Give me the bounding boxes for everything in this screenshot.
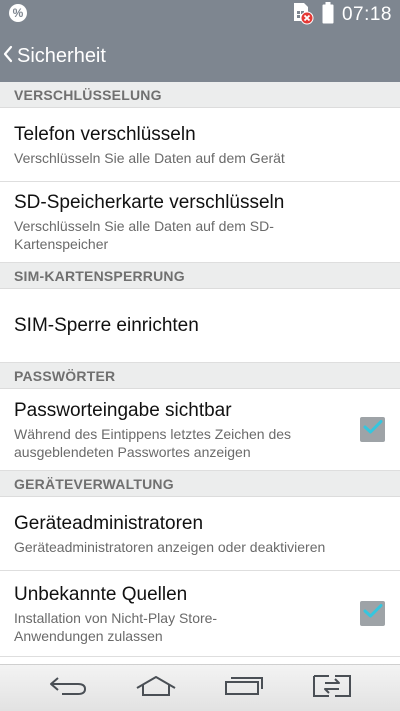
item-subtitle-line: Anwendungen zulassen [14, 627, 163, 644]
list-item-device-administrators[interactable]: Geräteadministratoren Geräteadministrato… [0, 497, 400, 571]
item-text: SD-Speicherkarte verschlüsseln Verschlüs… [14, 191, 284, 253]
settings-list[interactable]: VERSCHLÜSSELUNG Telefon verschlüsseln Ve… [0, 82, 400, 664]
unknown-sources-checkbox[interactable] [360, 601, 385, 626]
item-subtitle: Geräteadministratoren anzeigen oder deak… [14, 538, 326, 555]
battery-icon [322, 1, 334, 29]
item-text: Unbekannte Quellen Installation von Nich… [14, 583, 217, 645]
item-title: Unbekannte Quellen [14, 583, 188, 605]
svg-text:%: % [13, 6, 24, 20]
status-right: 07:18 [292, 1, 392, 30]
item-title: Telefon verschlüsseln [14, 123, 196, 145]
item-title: Geräteadministratoren [14, 512, 204, 534]
sim-error-icon [292, 1, 314, 30]
page-title: Sicherheit [17, 44, 106, 67]
home-nav-button[interactable] [126, 668, 186, 708]
list-item-encrypt-phone[interactable]: Telefon verschlüsseln Verschlüsseln Sie … [0, 108, 400, 182]
section-header-sim-lock: SIM-KARTENSPERRUNG [0, 263, 400, 289]
chevron-left-icon [2, 44, 14, 69]
item-subtitle-line: ausgeblendeten Passwortes anzeigen [14, 443, 251, 460]
item-text: Geräteadministratoren Geräteadministrato… [14, 512, 325, 556]
item-text: Telefon verschlüsseln Verschlüsseln Sie … [14, 123, 285, 167]
item-subtitle-line: Installation von Nicht-Play Store- [14, 609, 218, 626]
checkmark-icon [363, 419, 383, 440]
recent-apps-icon [223, 674, 265, 703]
section-header-passwords: PASSWÖRTER [0, 363, 400, 389]
list-item-show-passwords[interactable]: Passworteingabe sichtbar Während des Ein… [0, 389, 400, 471]
item-text: SIM-Sperre einrichten [14, 314, 199, 337]
dual-window-icon [311, 673, 353, 704]
item-subtitle-line: Während des Eintippens letztes Zeichen d… [14, 425, 292, 442]
show-passwords-checkbox[interactable] [360, 417, 385, 442]
section-header-encryption: VERSCHLÜSSELUNG [0, 82, 400, 108]
item-subtitle: Verschlüsseln Sie alle Daten auf dem SD-… [14, 217, 284, 253]
home-icon [134, 674, 178, 703]
item-subtitle-line: Verschlüsseln Sie alle Daten auf dem SD- [14, 218, 274, 234]
back-button[interactable]: Sicherheit [2, 44, 106, 69]
status-bar: % 07:18 [0, 0, 400, 30]
item-subtitle: Installation von Nicht-Play Store- Anwen… [14, 609, 217, 645]
item-title: SD-Speicherkarte verschlüsseln [14, 192, 285, 213]
list-item-sim-lock[interactable]: SIM-Sperre einrichten [0, 289, 400, 363]
item-text: Passworteingabe sichtbar Während des Ein… [14, 399, 291, 461]
item-subtitle: Während des Eintippens letztes Zeichen d… [14, 425, 291, 461]
back-nav-button[interactable] [38, 668, 98, 708]
percent-app-icon: % [8, 3, 28, 28]
list-item-encrypt-sd-card[interactable]: SD-Speicherkarte verschlüsseln Verschlüs… [0, 182, 400, 263]
list-item-unknown-sources[interactable]: Unbekannte Quellen Installation von Nich… [0, 571, 400, 657]
item-subtitle: Verschlüsseln Sie alle Daten auf dem Ger… [14, 149, 285, 166]
action-bar: Sicherheit [0, 30, 400, 82]
item-title: Passworteingabe sichtbar [14, 399, 232, 421]
dual-window-nav-button[interactable] [302, 668, 362, 708]
clock: 07:18 [341, 4, 392, 25]
item-subtitle-line: Kartenspeicher [14, 236, 109, 252]
item-title: SIM-Sperre einrichten [14, 315, 199, 336]
navigation-bar [0, 664, 400, 711]
checkmark-icon [363, 603, 383, 624]
back-nav-icon [48, 674, 88, 703]
section-header-device-admin: GERÄTEVERWALTUNG [0, 471, 400, 497]
recent-apps-nav-button[interactable] [214, 668, 274, 708]
status-left: % [8, 3, 28, 28]
